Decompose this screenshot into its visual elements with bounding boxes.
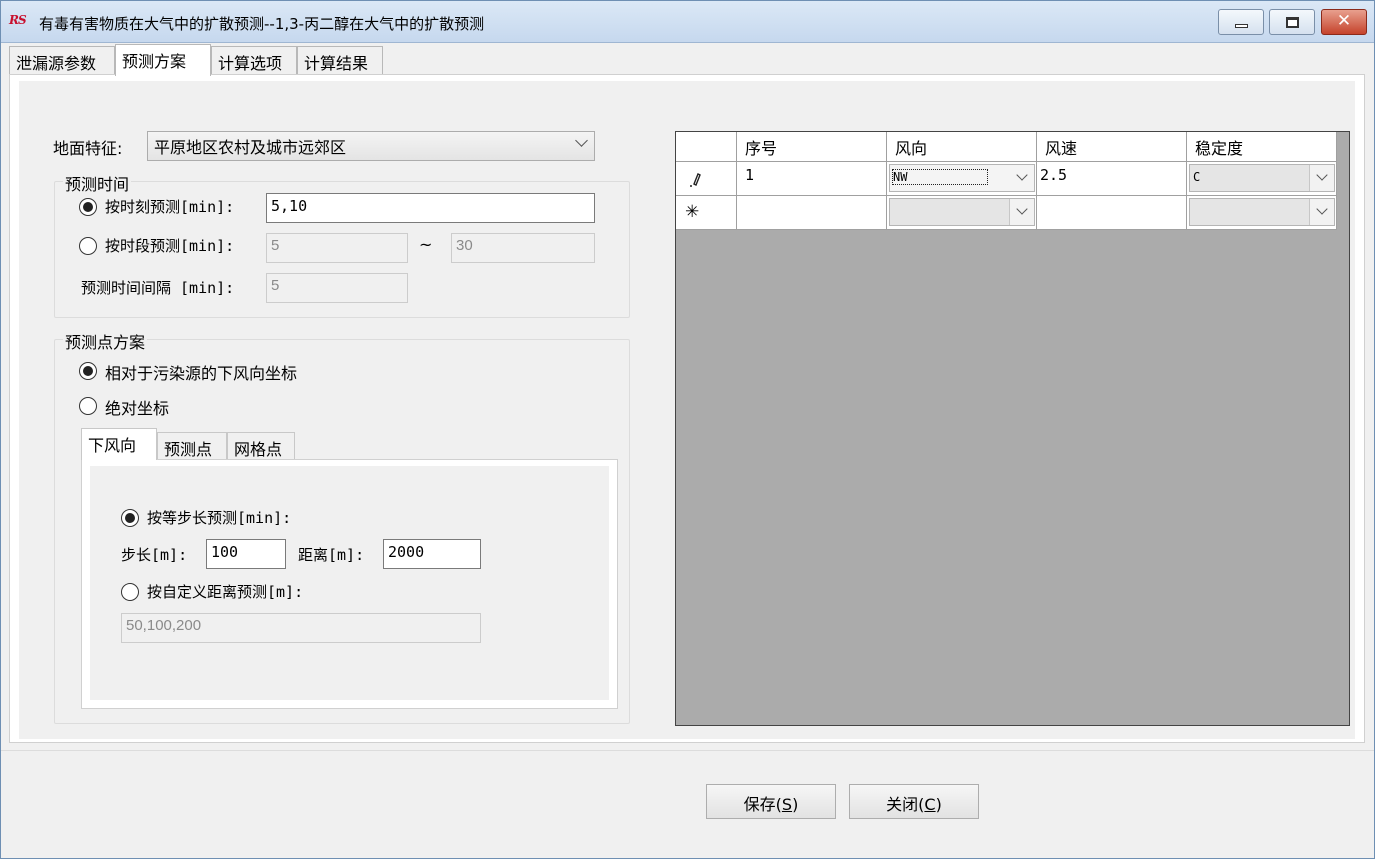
interval-label: 预测时间间隔 [min]: (81, 279, 235, 297)
equal-step-label: 按等步长预测[min]: (147, 509, 292, 527)
close-button[interactable]: 关闭(C) (849, 784, 979, 819)
tab-calc-results[interactable]: 计算结果 (297, 46, 383, 74)
save-button[interactable]: 保存(S) (706, 784, 836, 819)
subtab-downwind[interactable]: 下风向 (81, 428, 157, 460)
close-window-button[interactable]: ✕ (1321, 9, 1367, 35)
relative-coord-radio[interactable] (79, 362, 97, 380)
weather-data-grid: 序号 风向 风速 稳定度 1 NW 2.5 C ✳ (675, 131, 1350, 726)
by-moment-label: 按时刻预测[min]: (105, 198, 235, 216)
cell-num-new[interactable] (737, 196, 887, 230)
predict-points-legend: 预测点方案 (63, 329, 148, 353)
tab-calc-options[interactable]: 计算选项 (211, 46, 297, 74)
step-input[interactable]: 100 (206, 539, 286, 569)
custom-distance-radio[interactable] (121, 583, 139, 601)
subtab-grid-points[interactable]: 网格点 (227, 432, 295, 460)
window-title: 有毒有害物质在大气中的扩散预测--1,3-丙二醇在大气中的扩散预测 (39, 15, 485, 33)
cell-wind-dir-new[interactable] (887, 196, 1037, 230)
header-stability[interactable]: 稳定度 (1187, 132, 1337, 162)
row-header-new[interactable]: ✳ (676, 196, 737, 230)
close-label: 关闭( (886, 795, 925, 814)
by-moment-radio[interactable] (79, 198, 97, 216)
maximize-button[interactable] (1269, 9, 1315, 35)
header-wind-speed[interactable]: 风速 (1037, 132, 1187, 162)
minimize-button[interactable] (1218, 9, 1264, 35)
title-bar[interactable]: RS 有毒有害物质在大气中的扩散预测--1,3-丙二醇在大气中的扩散预测 ✕ (1, 1, 1374, 43)
minimize-icon (1235, 24, 1248, 28)
tab-leak-source[interactable]: 泄漏源参数 (9, 46, 115, 74)
cell-num-1[interactable]: 1 (737, 162, 887, 196)
save-label: 保存( (743, 795, 782, 814)
close-icon: ✕ (1336, 11, 1352, 31)
ground-feature-select[interactable]: 平原地区农村及城市远郊区 (147, 131, 595, 161)
tilde-label: ~ (419, 235, 433, 254)
wind-dir-value: NW (891, 169, 989, 185)
close-label-end: ) (935, 795, 942, 814)
ground-feature-value: 平原地区农村及城市远郊区 (154, 138, 347, 157)
custom-distance-input[interactable]: 50,100,200 (121, 613, 481, 643)
distance-input[interactable]: 2000 (383, 539, 481, 569)
tab-prediction-plan[interactable]: 预测方案 (115, 44, 211, 76)
wind-dir-select[interactable]: NW (889, 164, 1035, 192)
predict-time-legend: 预测时间 (63, 171, 132, 195)
interval-input[interactable]: 5 (266, 273, 408, 303)
chevron-down-icon (1016, 169, 1028, 181)
cell-wind-speed-1[interactable]: 2.5 (1037, 162, 1187, 196)
custom-distance-label: 按自定义距离预测[m]: (147, 583, 304, 601)
chevron-down-icon (575, 134, 588, 147)
header-num[interactable]: 序号 (737, 132, 887, 162)
ground-feature-label: 地面特征: (53, 139, 123, 158)
close-hotkey: C (924, 795, 936, 814)
distance-label: 距离[m]: (298, 546, 365, 564)
absolute-coord-radio[interactable] (79, 397, 97, 415)
relative-coord-label: 相对于污染源的下风向坐标 (105, 364, 298, 383)
stability-select[interactable]: C (1189, 164, 1335, 192)
cell-wind-speed-new[interactable] (1037, 196, 1187, 230)
by-period-radio[interactable] (79, 237, 97, 255)
stability-value: C (1193, 170, 1201, 184)
subtab-predict-points[interactable]: 预测点 (157, 432, 227, 460)
main-window: RS 有毒有害物质在大气中的扩散预测--1,3-丙二醇在大气中的扩散预测 ✕ 泄… (0, 0, 1375, 859)
wind-dir-select-new[interactable] (889, 198, 1035, 226)
asterisk-icon: ✳ (685, 202, 700, 222)
header-wind-dir[interactable]: 风向 (887, 132, 1037, 162)
period-to-input[interactable]: 30 (451, 233, 595, 263)
footer-divider (1, 750, 1374, 751)
by-period-label: 按时段预测[min]: (105, 237, 235, 255)
save-hotkey: S (781, 795, 793, 814)
step-label: 步长[m]: (121, 546, 188, 564)
rs-logo-icon: RS (9, 13, 27, 27)
cell-wind-dir-1[interactable]: NW (887, 162, 1037, 196)
pencil-icon (690, 173, 701, 187)
by-moment-input[interactable]: 5,10 (266, 193, 595, 223)
absolute-coord-label: 绝对坐标 (105, 399, 170, 418)
cell-stability-new[interactable] (1187, 196, 1337, 230)
cell-stability-1[interactable]: C (1187, 162, 1337, 196)
grid-corner-cell (676, 132, 737, 162)
equal-step-radio[interactable] (121, 509, 139, 527)
stability-select-new[interactable] (1189, 198, 1335, 226)
maximize-icon (1286, 17, 1299, 28)
period-from-input[interactable]: 5 (266, 233, 408, 263)
save-label-end: ) (792, 795, 799, 814)
row-header-1[interactable] (676, 162, 737, 196)
